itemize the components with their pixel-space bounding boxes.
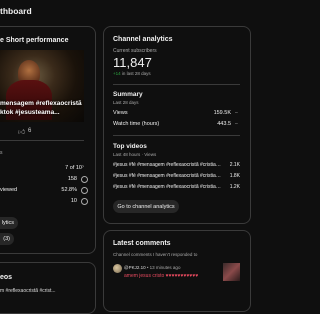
viewed-label: viewed [0, 187, 18, 193]
subs-row: 10 [0, 198, 77, 204]
rank-row: 7 of 10 [0, 165, 82, 171]
short-comments-button[interactable]: (3) [0, 233, 14, 245]
go-to-channel-analytics-button[interactable]: Go to channel analytics [113, 200, 179, 213]
thumbnail-caption-2: ktok #jesusteama... [0, 109, 60, 116]
summary-metric-row: Watch time (hours) 443.5 [113, 121, 231, 127]
top-video-row[interactable]: #jesus #fé #mensagem #reflexaocristã #cr… [113, 184, 240, 190]
watch-time-dash-icon: – [235, 121, 238, 127]
comment-text: amem jesus cristo ♥♥♥♥♥♥♥♥♥♥♥ [124, 273, 199, 279]
published-video-item[interactable]: m #reflexaocristã #crist... [0, 288, 86, 294]
top-video-row[interactable]: #jesus #fé #mensagem #reflexaocristã #cr… [113, 173, 240, 179]
subs-info-icon [81, 198, 88, 205]
views-label: s [0, 150, 3, 156]
views-info-icon [81, 176, 88, 183]
subscribers-change-value: +14 [113, 71, 121, 76]
published-videos-title: eos [0, 274, 13, 281]
short-analytics-button[interactable]: lytics [0, 217, 18, 229]
viewed-info-icon [81, 187, 88, 194]
summary-title: Summary [113, 91, 143, 98]
comment-author[interactable]: @PKJ2.10 [124, 265, 146, 270]
current-subscribers-value: 11,847 [113, 55, 152, 70]
views-value: 158 [67, 176, 77, 182]
like-count: 6 [28, 128, 32, 134]
current-subscribers-label: Current subscribers [113, 48, 157, 54]
viewed-value: 52.8% [61, 187, 77, 193]
rank-chevron-icon: › [82, 164, 84, 170]
page-title: thboard [0, 6, 32, 16]
short-thumbnail[interactable]: mensagem #reflexaocristã ktok #jesusteam… [0, 50, 84, 122]
subscribers-change: +14 in last 28 days [113, 71, 151, 76]
comment-video-thumbnail[interactable] [223, 263, 240, 281]
comment-meta: @PKJ2.10 • 13 minutes ago [124, 265, 180, 270]
top-videos-title: Top videos [113, 143, 147, 150]
avatar[interactable] [113, 264, 122, 273]
latest-comments-subtitle: Channel comments I haven't responded to [113, 252, 198, 257]
top-videos-subtitle: Last 48 hours · Views [113, 152, 157, 157]
like-icon: 👍︎ [18, 129, 26, 136]
views-dash-icon: – [235, 110, 238, 116]
viewed-row: viewed 52.8% [0, 187, 77, 193]
top-video-row[interactable]: #jesus #fé #mensagem #reflexaocristã #cr… [113, 162, 240, 168]
rank-value: 7 of 10 [65, 165, 82, 171]
short-performance-title: e Short performance [0, 37, 69, 44]
latest-comments-title: Latest comments [113, 240, 171, 247]
summary-subtitle: Last 28 days [113, 100, 139, 105]
comment-time: • 13 minutes ago [145, 265, 181, 270]
subs-gained-value: 10 [70, 198, 77, 204]
thumbnail-caption-1: mensagem #reflexaocristã [0, 100, 82, 107]
channel-analytics-title: Channel analytics [113, 36, 173, 43]
views-row: 158 [0, 176, 77, 182]
summary-metric-row: Views 159.5K [113, 110, 231, 116]
